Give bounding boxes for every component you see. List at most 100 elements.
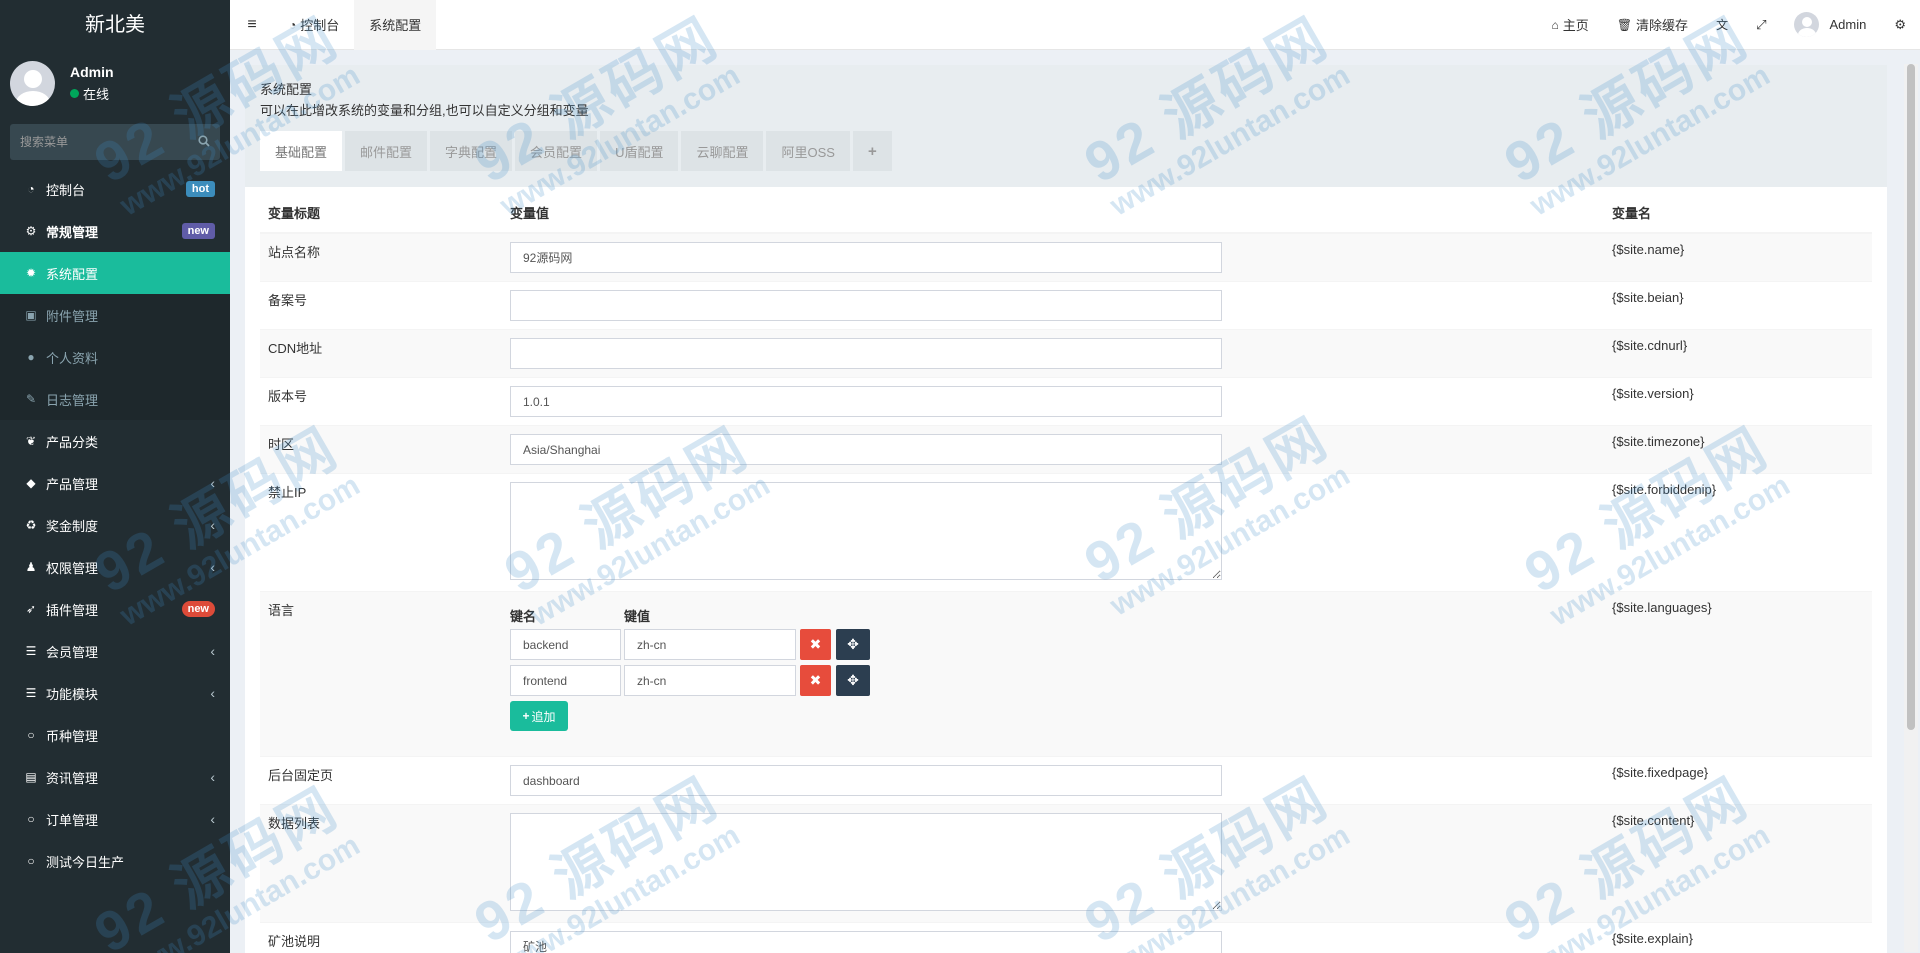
tab-dictionary[interactable]: 字典配置 xyxy=(430,131,513,171)
scrollbar-thumb[interactable] xyxy=(1907,64,1915,730)
circle-icon: ○ xyxy=(27,728,35,742)
sidebar: 新北美 Admin 在线 ◔ 控制台 hot ⚙ 常规管理 new ✹ 系 xyxy=(0,0,230,953)
fixed-page-input[interactable] xyxy=(510,765,1222,796)
dashboard-icon: ◔ xyxy=(289,17,297,32)
language-button[interactable]: 文 xyxy=(1702,0,1742,50)
table-row: 站点名称 {$site.name} xyxy=(260,232,1872,282)
close-icon: ✖ xyxy=(809,636,822,652)
sidebar-item-plugin[interactable]: ➶ 插件管理 new xyxy=(0,588,230,630)
content-textarea[interactable] xyxy=(510,813,1222,911)
avatar xyxy=(1794,12,1820,37)
table-row: 禁止IP {$site.forbiddenip} xyxy=(260,473,1872,592)
table-row: 数据列表 {$site.content} xyxy=(260,804,1872,923)
sidebar-item-test[interactable]: ○ 测试今日生产 xyxy=(0,840,230,882)
remove-row-button[interactable]: ✖ xyxy=(800,665,831,696)
user-panel: Admin 在线 xyxy=(0,50,230,116)
add-tab-button[interactable]: + xyxy=(852,131,892,171)
sidebar-item-bonus[interactable]: ♻ 奖金制度 ‹ xyxy=(0,504,230,546)
rocket-icon: ➶ xyxy=(25,602,37,616)
user-menu[interactable]: Admin xyxy=(1780,0,1880,50)
cdn-url-input[interactable] xyxy=(510,338,1222,369)
chevron-left-icon: ‹ xyxy=(210,559,215,575)
gear-icon: ⚙ xyxy=(1894,16,1906,32)
drag-handle[interactable]: ✥ xyxy=(836,665,870,696)
sidebar-item-currency[interactable]: ○ 币种管理 xyxy=(0,714,230,756)
new-badge: new xyxy=(181,601,215,617)
list-icon: ☰ xyxy=(25,644,37,658)
sidebar-item-category[interactable]: ❦ 产品分类 xyxy=(0,420,230,462)
user-icon: ● xyxy=(27,350,35,364)
online-dot-icon xyxy=(70,88,79,98)
drag-handle[interactable]: ✥ xyxy=(836,629,870,660)
home-link[interactable]: ⌂ 主页 xyxy=(1538,0,1603,50)
forbidden-ip-textarea[interactable] xyxy=(510,482,1222,580)
chevron-left-icon: ‹ xyxy=(210,685,215,701)
diamond-icon: ◆ xyxy=(26,476,36,490)
row-title: 版本号 xyxy=(260,377,502,426)
sidebar-item-dashboard[interactable]: ◔ 控制台 hot xyxy=(0,168,230,210)
tab-oss[interactable]: 阿里OSS xyxy=(766,131,850,171)
language-icon: 文 xyxy=(1716,18,1729,32)
search-icon[interactable] xyxy=(198,134,210,150)
sidebar-item-config[interactable]: ✹ 系统配置 xyxy=(0,252,230,294)
recycle-icon: ♻ xyxy=(25,518,37,532)
sidebar-item-profile[interactable]: ● 个人资料 xyxy=(0,336,230,378)
timezone-input[interactable] xyxy=(510,434,1222,465)
site-name-input[interactable] xyxy=(510,242,1222,273)
settings-button[interactable]: ⚙ xyxy=(1880,0,1920,50)
scrollbar[interactable] xyxy=(1904,64,1918,952)
tab-ukey[interactable]: U盾配置 xyxy=(600,131,679,171)
version-input[interactable] xyxy=(510,386,1222,417)
search-input[interactable] xyxy=(20,135,198,149)
beian-input[interactable] xyxy=(510,290,1222,321)
circle-icon: ○ xyxy=(27,854,35,868)
language-key-input[interactable] xyxy=(510,629,621,660)
language-value-input[interactable] xyxy=(624,665,796,696)
sidebar-item-member[interactable]: ☰ 会员管理 ‹ xyxy=(0,630,230,672)
tab-config[interactable]: 系统配置 xyxy=(354,0,437,50)
user-status-text: 在线 xyxy=(83,86,110,102)
language-value-input[interactable] xyxy=(624,629,796,660)
row-title: 后台固定页 xyxy=(260,756,502,805)
tab-member[interactable]: 会员配置 xyxy=(515,131,598,171)
table-row: 时区 {$site.timezone} xyxy=(260,425,1872,474)
user-status: 在线 xyxy=(70,84,114,103)
home-icon: ⌂ xyxy=(1551,17,1559,32)
close-icon: ✖ xyxy=(809,672,822,688)
file-image-icon: ▣ xyxy=(25,308,37,322)
explain-input[interactable] xyxy=(510,931,1222,953)
cog-icon: ✹ xyxy=(25,266,37,280)
tab-email[interactable]: 邮件配置 xyxy=(345,131,428,171)
var-name: {$site.fixedpage} xyxy=(1604,756,1872,805)
sidebar-item-news[interactable]: ▤ 资讯管理 ‹ xyxy=(0,756,230,798)
column-header: 变量标题 xyxy=(260,187,502,234)
fullscreen-button[interactable]: ⤢ xyxy=(1742,0,1780,50)
table-row: 备案号 {$site.beian} xyxy=(260,281,1872,330)
main-content: 系统配置 可以在此增改系统的变量和分组,也可以自定义分组和变量 基础配置 邮件配… xyxy=(230,51,1900,953)
tab-dashboard[interactable]: ◔ 控制台 xyxy=(274,0,354,50)
table-row: CDN地址 {$site.cdnurl} xyxy=(260,329,1872,378)
dashboard-icon: ◔ xyxy=(27,182,35,196)
new-badge: new xyxy=(181,223,215,239)
tab-chat[interactable]: 云聊配置 xyxy=(681,131,764,171)
var-name: {$site.explain} xyxy=(1604,922,1872,953)
language-key-input[interactable] xyxy=(510,665,621,696)
config-tabs: 基础配置 邮件配置 字典配置 会员配置 U盾配置 云聊配置 阿里OSS + xyxy=(260,131,1872,171)
sidebar-item-order[interactable]: ○ 订单管理 ‹ xyxy=(0,798,230,840)
top-navbar: ≡ ◔ 控制台 系统配置 ⌂ 主页 🗑 清除缓存 文 ⤢ Admin ⚙ xyxy=(230,0,1920,50)
config-panel: 系统配置 可以在此增改系统的变量和分组,也可以自定义分组和变量 基础配置 邮件配… xyxy=(245,65,1887,953)
sidebar-item-attachment[interactable]: ▣ 附件管理 xyxy=(0,294,230,336)
sidebar-item-general[interactable]: ⚙ 常规管理 new xyxy=(0,210,230,252)
sidebar-item-product[interactable]: ◆ 产品管理 ‹ xyxy=(0,462,230,504)
clear-cache-button[interactable]: 🗑 清除缓存 xyxy=(1603,0,1702,50)
log-icon: ✎ xyxy=(25,392,37,406)
app-logo[interactable]: 新北美 xyxy=(0,0,230,50)
sidebar-item-permission[interactable]: ♟ 权限管理 ‹ xyxy=(0,546,230,588)
remove-row-button[interactable]: ✖ xyxy=(800,629,831,660)
menu-toggle-icon[interactable]: ≡ xyxy=(230,0,274,50)
append-button[interactable]: + 追加 xyxy=(510,701,568,731)
sidebar-item-log[interactable]: ✎ 日志管理 xyxy=(0,378,230,420)
sidebar-item-module[interactable]: ☰ 功能模块 ‹ xyxy=(0,672,230,714)
plus-icon: + xyxy=(522,709,530,723)
tab-basic[interactable]: 基础配置 xyxy=(260,131,343,171)
